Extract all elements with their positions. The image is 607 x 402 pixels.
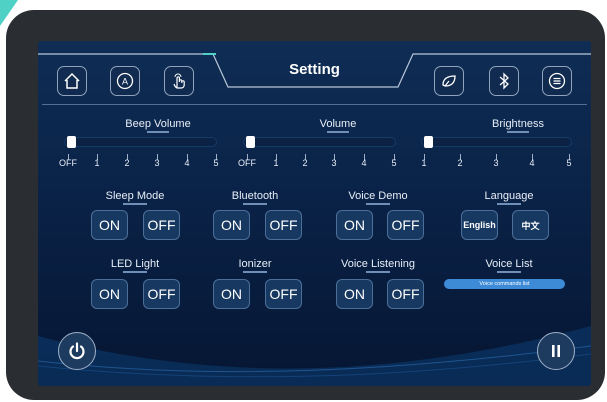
sleep-mode-label: Sleep Mode (85, 190, 185, 205)
pause-icon (552, 345, 560, 357)
brightness-tick-label: 4 (529, 158, 535, 168)
volume-thumb[interactable] (246, 136, 255, 148)
touch-button[interactable] (164, 66, 194, 96)
home-icon (64, 72, 80, 89)
beep-volume-label: Beep Volume (103, 118, 213, 133)
eco-button[interactable] (434, 66, 464, 96)
ionizer-off-button[interactable]: OFF (265, 279, 302, 309)
voice-demo-label: Voice Demo (328, 190, 428, 205)
beep-tick-label: 3 (154, 158, 160, 168)
voice-listening-label: Voice Listening (328, 258, 428, 273)
brightness-label: Brightness (463, 118, 573, 133)
brightness-tick-label: 5 (566, 158, 572, 168)
voice-demo-on-button[interactable]: ON (336, 210, 373, 240)
beep-tick-label: 4 (184, 158, 190, 168)
power-button[interactable] (58, 332, 96, 370)
beep-tick-label: OFF (59, 158, 77, 168)
sleep-mode-off-button[interactable]: OFF (143, 210, 180, 240)
bluetooth-label: Bluetooth (205, 190, 305, 205)
voice-listening-on-button[interactable]: ON (336, 279, 373, 309)
brightness-tick-label: 3 (493, 158, 499, 168)
voice-demo-off-button[interactable]: OFF (387, 210, 424, 240)
volume-slider[interactable] (243, 136, 396, 148)
voice-listening-off-button[interactable]: OFF (387, 279, 424, 309)
touch-hand-icon (173, 73, 185, 89)
volume-tick-label: 4 (361, 158, 367, 168)
bluetooth-icon (499, 72, 509, 90)
led-light-on-button[interactable]: ON (91, 279, 128, 309)
beep-tick-label: 5 (213, 158, 219, 168)
bluetooth-on-button[interactable]: ON (213, 210, 250, 240)
brightness-tick-label: 1 (421, 158, 427, 168)
settings-screen: Setting A Beep Volume Volume Brightness … (38, 41, 591, 386)
bluetooth-button[interactable] (489, 66, 519, 96)
brightness-thumb[interactable] (424, 136, 433, 148)
home-button[interactable] (57, 66, 87, 96)
ionizer-label: Ionizer (205, 258, 305, 273)
menu-button[interactable] (542, 66, 572, 96)
sleep-mode-on-button[interactable]: ON (91, 210, 128, 240)
leaf-icon (442, 75, 456, 87)
voice-list-label: Voice List (459, 258, 559, 273)
volume-tick-label: 1 (273, 158, 279, 168)
volume-tick-label: OFF (238, 158, 256, 168)
beep-volume-thumb[interactable] (67, 136, 76, 148)
beep-tick-label: 2 (124, 158, 130, 168)
header-divider (42, 104, 587, 105)
volume-tick-label: 2 (302, 158, 308, 168)
language-english-button[interactable]: English (461, 210, 498, 240)
led-light-off-button[interactable]: OFF (143, 279, 180, 309)
bluetooth-off-button[interactable]: OFF (265, 210, 302, 240)
power-icon (69, 342, 85, 360)
ionizer-on-button[interactable]: ON (213, 279, 250, 309)
volume-label: Volume (283, 118, 393, 133)
volume-tick-label: 5 (391, 158, 397, 168)
led-light-label: LED Light (85, 258, 185, 273)
beep-volume-slider[interactable] (64, 136, 217, 148)
voice-commands-list-button[interactable]: Voice commands list (444, 279, 565, 289)
tablet-frame: Setting A Beep Volume Volume Brightness … (6, 10, 605, 400)
volume-tick-label: 3 (331, 158, 337, 168)
list-settings-icon (548, 72, 566, 90)
svg-text:A: A (122, 77, 128, 87)
beep-tick-label: 1 (94, 158, 100, 168)
language-label: Language (459, 190, 559, 205)
brightness-tick-label: 2 (457, 158, 463, 168)
brightness-slider[interactable] (421, 136, 572, 148)
auto-mode-icon: A (116, 72, 134, 90)
pause-button[interactable] (537, 332, 575, 370)
language-chinese-button[interactable]: 中文 (512, 210, 549, 240)
auto-mode-button[interactable]: A (110, 66, 140, 96)
